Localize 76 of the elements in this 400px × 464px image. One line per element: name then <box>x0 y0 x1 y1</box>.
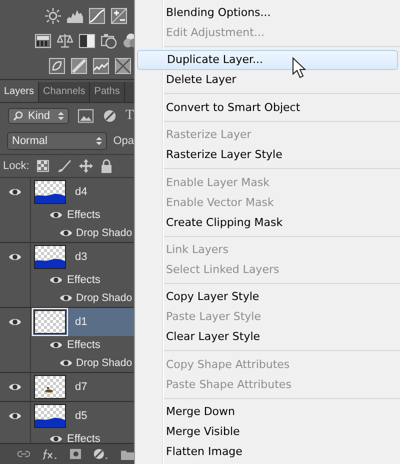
menu-item[interactable]: Flatten Image <box>135 442 400 462</box>
layer-name: d5 <box>75 410 88 422</box>
menu-item[interactable]: Create Clipping Mask <box>135 212 400 233</box>
effects-label: Effects <box>67 209 100 221</box>
diagonal-icon[interactable] <box>71 58 87 74</box>
mask-icon[interactable] <box>70 448 82 460</box>
link-icon[interactable] <box>17 449 30 459</box>
checkerboard-icon[interactable] <box>37 160 50 172</box>
opacity-label: Opa <box>113 135 134 147</box>
spinner-icon <box>96 136 102 146</box>
menu-item[interactable]: Copy Layer Style <box>135 287 400 308</box>
mouse-pointer-icon <box>292 57 306 79</box>
eye-icon[interactable] <box>49 274 63 286</box>
menu-item[interactable]: Merge Down <box>135 402 400 422</box>
leaf-icon[interactable] <box>49 58 65 74</box>
lock-icon[interactable] <box>101 159 112 173</box>
camera-icon[interactable] <box>101 32 117 48</box>
curve-icon[interactable] <box>89 8 105 24</box>
zigzag-icon[interactable] <box>93 58 109 74</box>
blend-mode-dropdown[interactable]: Normal <box>7 132 108 150</box>
eye-icon[interactable] <box>59 292 73 304</box>
spinner-icon <box>58 110 64 120</box>
menu-item[interactable]: Convert to Smart Object <box>135 98 400 118</box>
effect-name: Drop Shado <box>76 227 132 239</box>
effects-label: Effects <box>67 433 100 443</box>
adjustment-filter-icon[interactable] <box>102 108 116 122</box>
half-square-icon[interactable] <box>79 32 95 48</box>
histogram-icon[interactable] <box>67 8 83 24</box>
eye-icon[interactable] <box>49 339 63 351</box>
folder-icon[interactable] <box>120 448 134 460</box>
layer-name: d7 <box>75 381 88 393</box>
eye-icon[interactable] <box>8 186 22 198</box>
menu-item[interactable]: Duplicate Layer... <box>137 50 398 70</box>
sun-icon[interactable] <box>45 8 61 24</box>
adjustment-layer-icon[interactable] <box>93 447 109 461</box>
eye-icon[interactable] <box>59 357 73 369</box>
layer-name: d4 <box>75 186 88 198</box>
layer-name: d3 <box>75 251 88 263</box>
eye-icon[interactable] <box>8 251 22 263</box>
eye-icon[interactable] <box>49 433 63 443</box>
brush-icon[interactable] <box>57 159 72 173</box>
menu-item[interactable]: Merge Visible <box>135 422 400 442</box>
panel-tab[interactable]: Layers <box>0 82 40 102</box>
effects-label: Effects <box>67 339 100 351</box>
eye-icon[interactable] <box>8 381 22 393</box>
panel-tab[interactable]: Channels <box>39 82 90 102</box>
gradient-bar-icon[interactable] <box>35 32 51 48</box>
scales-icon[interactable] <box>57 32 73 48</box>
effect-name: Drop Shado <box>76 357 132 369</box>
eye-icon[interactable] <box>8 410 22 422</box>
eye-icon[interactable] <box>59 227 73 239</box>
eye-icon[interactable] <box>8 316 22 328</box>
layer-row[interactable]: d1 <box>0 308 134 336</box>
cross-icon[interactable] <box>115 58 131 74</box>
plus-minus-icon[interactable] <box>111 8 127 24</box>
layer-thumbnail <box>34 310 66 334</box>
fx-icon[interactable] <box>42 447 58 461</box>
eye-icon[interactable] <box>49 209 63 221</box>
search-icon <box>13 110 23 120</box>
kind-dropdown[interactable]: Kind <box>8 108 70 124</box>
type-filter-icon[interactable]: T <box>125 108 134 124</box>
layer-thumbnail <box>34 404 66 428</box>
menu-item[interactable]: Clear Layer Style <box>135 327 400 348</box>
layer-thumbnail <box>34 245 66 269</box>
layer-thumbnail <box>34 375 66 399</box>
move-arrows-icon[interactable] <box>79 159 94 173</box>
effects-label: Effects <box>67 274 100 286</box>
menu-item[interactable]: Blending Options... <box>135 3 400 23</box>
lock-label: Lock: <box>3 160 30 172</box>
menu-item[interactable]: Rasterize Layer Style <box>135 145 400 166</box>
effect-name: Drop Shado <box>76 292 132 304</box>
menu-item[interactable]: Delete Layer <box>135 70 400 90</box>
image-filter-icon[interactable] <box>78 108 94 122</box>
panel-tab[interactable]: Paths <box>90 82 125 102</box>
layer-thumbnail <box>34 180 66 204</box>
layer-name: d1 <box>75 316 88 328</box>
